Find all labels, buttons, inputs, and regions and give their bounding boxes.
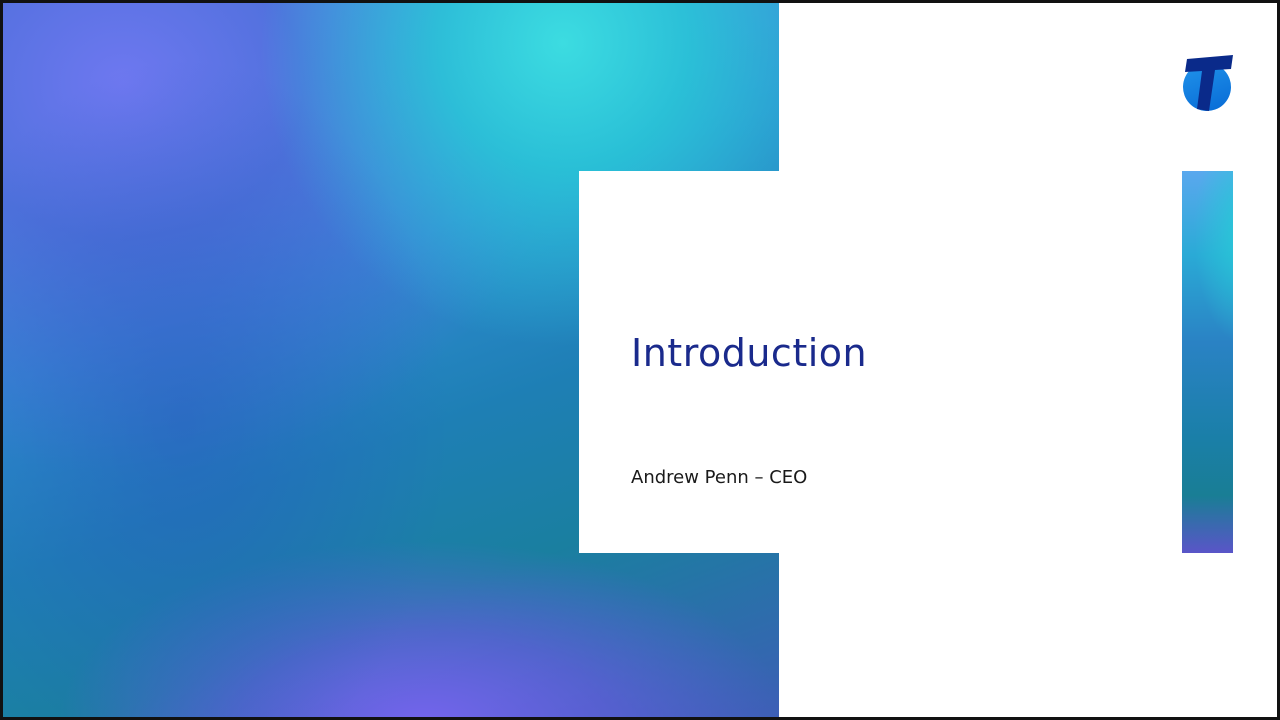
- slide-title: Introduction: [631, 331, 868, 375]
- slide: Introduction Andrew Penn – CEO: [0, 0, 1280, 720]
- telstra-logo-icon: [1175, 47, 1239, 117]
- title-card: Introduction Andrew Penn – CEO: [579, 171, 1199, 553]
- presenter-subtitle: Andrew Penn – CEO: [631, 467, 808, 488]
- telstra-logo-shape: [1183, 55, 1233, 111]
- accent-gradient-strip: [1182, 171, 1233, 553]
